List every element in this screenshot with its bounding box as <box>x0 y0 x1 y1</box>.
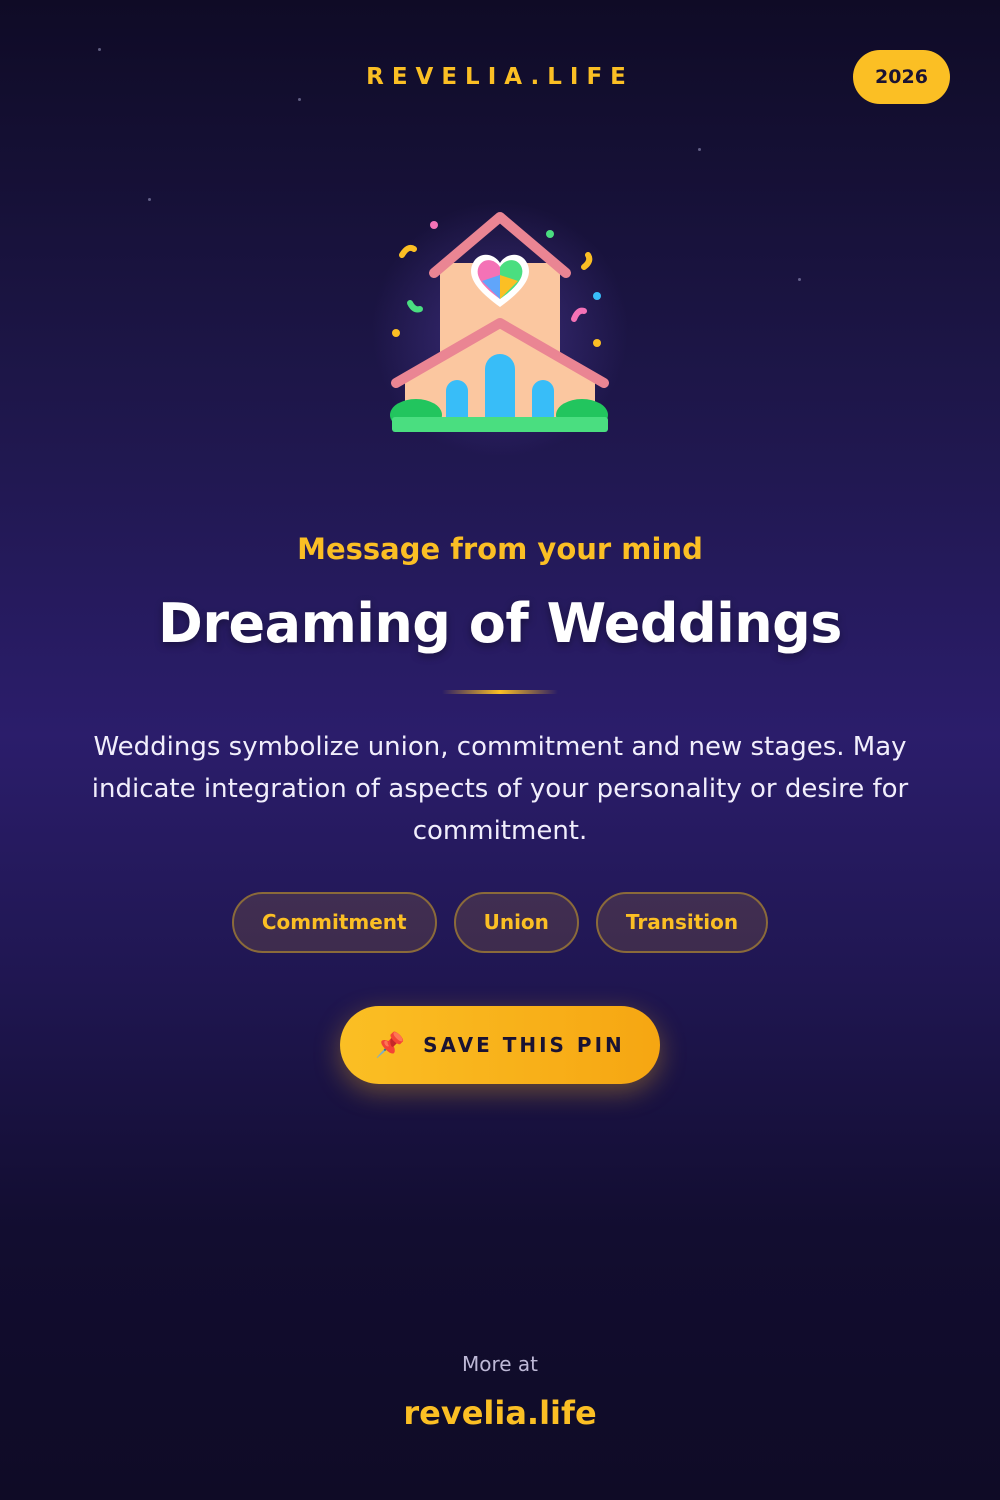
star-decoration <box>98 48 101 51</box>
pushpin-icon: 📌 <box>375 1031 406 1059</box>
tag-commitment[interactable]: Commitment <box>231 892 437 953</box>
save-pin-label: SAVE THIS PIN <box>423 1033 625 1057</box>
brand-logo[interactable]: REVELIA.LIFE <box>0 64 1000 90</box>
star-decoration <box>298 98 301 101</box>
star-decoration <box>148 198 151 201</box>
title-divider <box>442 690 558 694</box>
wedding-chapel-icon <box>372 202 628 455</box>
site-link[interactable]: revelia.life <box>0 1394 1000 1432</box>
tag-list: Commitment Union Transition <box>0 892 1000 953</box>
message-kicker: Message from your mind <box>297 532 703 566</box>
save-pin-button[interactable]: 📌 SAVE THIS PIN <box>340 1006 660 1084</box>
page-title: Dreaming of Weddings <box>158 592 842 655</box>
star-decoration <box>798 278 801 281</box>
star-decoration <box>698 148 701 151</box>
tag-transition[interactable]: Transition <box>595 892 769 953</box>
more-at-label: More at <box>461 1352 539 1376</box>
tag-union[interactable]: Union <box>453 892 579 953</box>
year-badge: 2026 <box>853 50 950 104</box>
dream-description: Weddings symbolize union, commitment and… <box>91 732 909 846</box>
